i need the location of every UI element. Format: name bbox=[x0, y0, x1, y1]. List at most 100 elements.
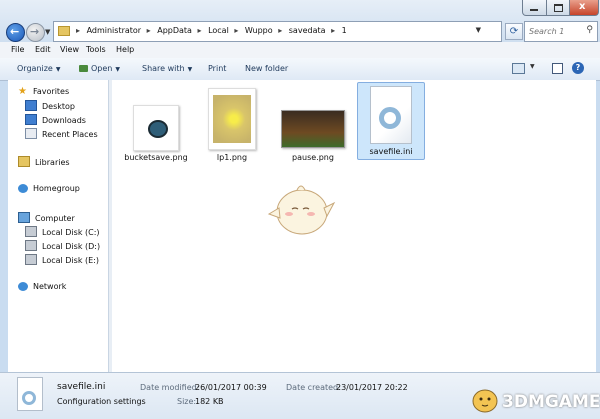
menu-bar: File Edit View Tools Help bbox=[0, 42, 600, 59]
settings-file-icon bbox=[370, 86, 412, 144]
file-name: savefile.ini bbox=[369, 147, 413, 156]
help-icon[interactable]: ? bbox=[572, 62, 584, 74]
breadcrumb-item[interactable]: Local bbox=[208, 26, 229, 35]
preview-pane-icon[interactable] bbox=[552, 63, 563, 74]
sidebar-item-label: Libraries bbox=[35, 158, 70, 167]
menu-edit[interactable]: Edit bbox=[35, 45, 51, 54]
image-thumbnail-icon bbox=[208, 88, 256, 150]
search-input[interactable] bbox=[529, 23, 581, 39]
mascot-wing bbox=[267, 207, 281, 219]
breadcrumb-item[interactable]: savedata bbox=[289, 26, 326, 35]
sidebar-item-label: Downloads bbox=[42, 116, 86, 125]
sidebar-item-disk-d[interactable]: Local Disk (D:) bbox=[25, 240, 100, 251]
maximize-button[interactable] bbox=[546, 0, 570, 16]
menu-help[interactable]: Help bbox=[116, 45, 134, 54]
file-item[interactable]: lp1.png bbox=[198, 84, 266, 166]
open-button[interactable]: Open ▼ bbox=[79, 64, 120, 73]
file-list: bucketsave.png lp1.png pause.png savefil… bbox=[112, 80, 596, 372]
breadcrumb-item[interactable]: Wuppo bbox=[245, 26, 273, 35]
network-icon bbox=[18, 282, 28, 291]
share-with-label: Share with bbox=[142, 64, 185, 73]
date-modified-label: Date modified: bbox=[140, 383, 200, 392]
mascot-illustration bbox=[267, 185, 336, 235]
more-options-icon[interactable]: ▼ bbox=[530, 63, 535, 70]
menu-file[interactable]: File bbox=[11, 45, 24, 54]
sidebar-item-network[interactable]: Network bbox=[18, 282, 66, 291]
details-file-type: Configuration settings bbox=[57, 397, 146, 406]
image-thumbnail-icon bbox=[281, 110, 345, 148]
search-box[interactable]: ⚲ bbox=[524, 21, 598, 42]
minimize-button[interactable] bbox=[522, 0, 547, 16]
print-button[interactable]: Print bbox=[208, 64, 226, 73]
new-folder-button[interactable]: New folder bbox=[245, 64, 288, 73]
computer-icon bbox=[18, 212, 30, 223]
organize-button[interactable]: Organize ▼ bbox=[17, 64, 60, 73]
sidebar-item-disk-c[interactable]: Local Disk (C:) bbox=[25, 226, 100, 237]
open-label: Open bbox=[91, 64, 113, 73]
address-bar[interactable]: ▸ Administrator ▸ AppData ▸ Local ▸ Wupp… bbox=[53, 21, 502, 42]
star-icon: ★ bbox=[18, 86, 27, 97]
mascot-cheek bbox=[307, 212, 315, 216]
chevron-down-icon: ▼ bbox=[55, 66, 61, 73]
breadcrumb: ▸ Administrator ▸ AppData ▸ Local ▸ Wupp… bbox=[76, 26, 350, 35]
breadcrumb-separator: ▸ bbox=[146, 26, 151, 35]
file-item[interactable]: pause.png bbox=[279, 84, 347, 166]
sidebar-item-label: Favorites bbox=[33, 87, 70, 96]
navigation-pane: ★ Favorites Desktop Downloads Recent Plac… bbox=[8, 80, 108, 372]
breadcrumb-separator: ▸ bbox=[278, 26, 283, 35]
sidebar-item-label: Network bbox=[33, 282, 67, 291]
back-arrow-icon: ← bbox=[10, 25, 20, 38]
breadcrumb-separator: ▸ bbox=[331, 26, 336, 35]
sidebar-item-disk-e[interactable]: Local Disk (E:) bbox=[25, 254, 99, 265]
sidebar-item-favorites[interactable]: ★ Favorites bbox=[18, 86, 69, 97]
breadcrumb-separator: ▸ bbox=[234, 26, 239, 35]
sidebar-item-homegroup[interactable]: Homegroup bbox=[18, 184, 80, 193]
homegroup-icon bbox=[18, 184, 28, 193]
file-item-selected[interactable]: savefile.ini bbox=[357, 82, 425, 160]
breadcrumb-separator: ▸ bbox=[76, 26, 81, 35]
forward-button[interactable]: → bbox=[26, 23, 45, 42]
file-name: pause.png bbox=[292, 153, 334, 162]
folder-icon bbox=[58, 26, 70, 36]
settings-file-icon bbox=[17, 377, 43, 411]
share-with-button[interactable]: Share with ▼ bbox=[142, 64, 192, 73]
sidebar-item-recent-places[interactable]: Recent Places bbox=[25, 128, 98, 139]
close-button[interactable]: x bbox=[569, 0, 599, 16]
breadcrumb-item[interactable]: 1 bbox=[342, 26, 347, 35]
mascot-tuft bbox=[296, 185, 306, 191]
sidebar-item-libraries[interactable]: Libraries bbox=[18, 156, 70, 167]
sidebar-item-downloads[interactable]: Downloads bbox=[25, 114, 86, 125]
libraries-icon bbox=[18, 156, 30, 167]
forward-arrow-icon: → bbox=[30, 25, 40, 38]
refresh-button[interactable]: ⟳ bbox=[505, 23, 523, 40]
back-button[interactable]: ← bbox=[6, 23, 25, 42]
sidebar-item-label: Local Disk (D:) bbox=[42, 242, 101, 251]
open-icon bbox=[79, 65, 88, 72]
recent-pages-dropdown-icon[interactable]: ▼ bbox=[45, 28, 51, 36]
search-icon[interactable]: ⚲ bbox=[586, 25, 593, 35]
size-label: Size: bbox=[177, 397, 197, 406]
menu-view[interactable]: View bbox=[60, 45, 79, 54]
watermark: 3DMGAME bbox=[470, 384, 600, 416]
sidebar-item-label: Recent Places bbox=[42, 130, 98, 139]
mascot-cheek bbox=[285, 212, 293, 216]
sidebar-item-desktop[interactable]: Desktop bbox=[25, 100, 75, 111]
address-history-dropdown-icon[interactable]: ▼ bbox=[476, 26, 481, 34]
sidebar-item-computer[interactable]: Computer bbox=[18, 212, 75, 223]
downloads-icon bbox=[25, 114, 37, 125]
breadcrumb-item[interactable]: AppData bbox=[157, 26, 192, 35]
sidebar-item-label: Local Disk (E:) bbox=[42, 256, 99, 265]
file-item[interactable]: bucketsave.png bbox=[122, 84, 190, 166]
chevron-down-icon: ▼ bbox=[115, 66, 120, 73]
date-modified-value: 26/01/2017 00:39 bbox=[195, 383, 267, 392]
menu-tools[interactable]: Tools bbox=[86, 45, 106, 54]
title-bar: x ← → ▼ ▸ Administrator ▸ AppData ▸ Loca… bbox=[0, 0, 600, 42]
watermark-text: 3DMGAME bbox=[502, 392, 600, 412]
recent-places-icon bbox=[25, 128, 37, 139]
view-controls: ▼ ? bbox=[512, 62, 592, 75]
change-view-icon[interactable] bbox=[512, 63, 525, 74]
watermark-mascot-icon bbox=[472, 389, 498, 413]
breadcrumb-item[interactable]: Administrator bbox=[87, 26, 142, 35]
image-thumbnail-icon bbox=[133, 105, 179, 151]
details-file-name: savefile.ini bbox=[57, 382, 106, 392]
